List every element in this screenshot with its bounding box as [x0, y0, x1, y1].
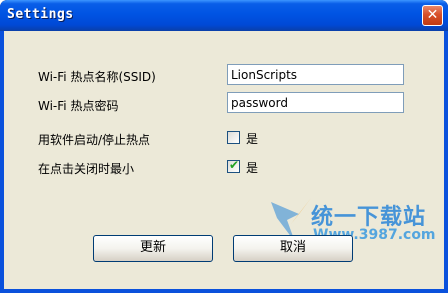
update-button[interactable]: 更新	[93, 235, 213, 262]
password-input[interactable]	[227, 92, 404, 113]
ssid-label: Wi-Fi 热点名称(SSID)	[38, 70, 156, 84]
window-title: Settings	[7, 7, 74, 22]
minimize-on-close-checkbox[interactable]: ✔	[227, 158, 240, 173]
window-frame-right	[444, 31, 448, 293]
password-label: Wi-Fi 热点密码	[38, 99, 119, 113]
checkmark-icon: ✔	[229, 158, 240, 172]
window-frame-bottom	[0, 289, 448, 293]
title-bar[interactable]: Settings ✕	[0, 0, 448, 31]
toggle-hotspot-label: 用软件启动/停止热点	[38, 133, 151, 147]
toggle-hotspot-checkbox-label[interactable]: 是	[246, 130, 258, 147]
minimize-on-close-checkbox-label[interactable]: 是	[246, 159, 258, 176]
minimize-on-close-label: 在点击关闭时最小	[38, 162, 135, 176]
close-button[interactable]: ✕	[422, 5, 443, 26]
close-icon: ✕	[426, 7, 439, 23]
settings-window: Settings ✕ Wi-Fi 热点名称(SSID) Wi-Fi 热点密码 用…	[0, 0, 448, 293]
dialog-body: Wi-Fi 热点名称(SSID) Wi-Fi 热点密码 用软件启动/停止热点 是…	[4, 31, 444, 289]
cancel-button[interactable]: 取消	[233, 235, 353, 262]
ssid-input[interactable]	[227, 64, 404, 85]
toggle-hotspot-checkbox[interactable]	[227, 131, 240, 144]
window-frame-left	[0, 31, 4, 293]
